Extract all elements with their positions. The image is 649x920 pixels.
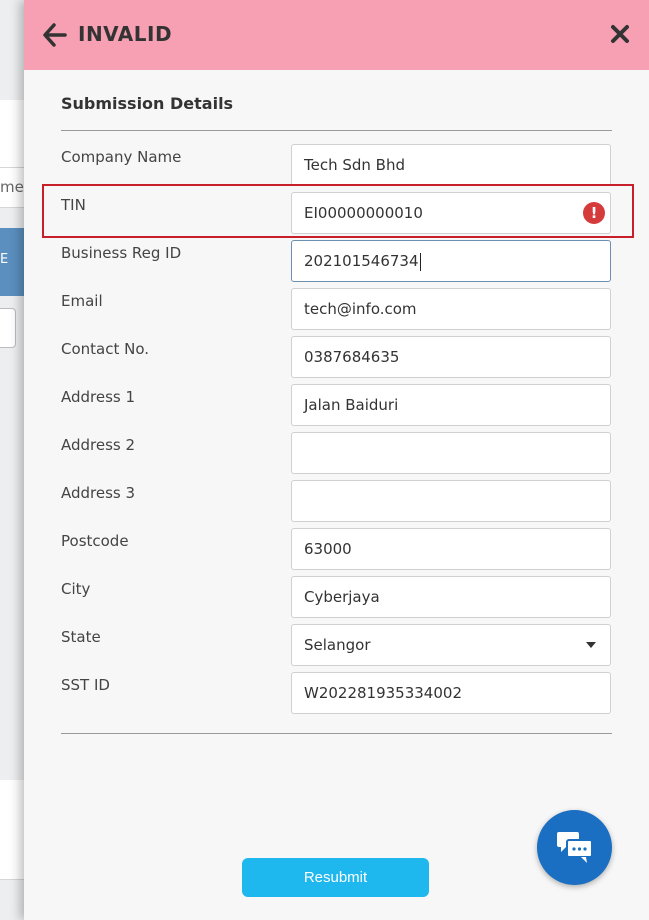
chat-icon (557, 832, 593, 863)
address3-input[interactable] (291, 480, 611, 522)
business-reg-id-label: Business Reg ID (61, 244, 182, 262)
submission-panel: INVALID Submission Details Company Name … (24, 0, 649, 920)
address1-input[interactable]: Jalan Baiduri (291, 384, 611, 426)
sst-id-value: W202281935334002 (304, 684, 462, 702)
chat-button[interactable] (537, 810, 612, 885)
email-value: tech@info.com (304, 300, 417, 318)
sst-id-input[interactable]: W202281935334002 (291, 672, 611, 714)
address3-label: Address 3 (61, 484, 136, 502)
business-reg-id-value: 202101546734 (304, 252, 419, 270)
state-label: State (61, 628, 101, 646)
address1-label: Address 1 (61, 388, 136, 406)
background-button-text: E (0, 252, 9, 267)
state-value: Selangor (304, 636, 371, 654)
address2-label: Address 2 (61, 436, 136, 454)
form-bottom-divider (61, 733, 612, 734)
panel-title: INVALID (78, 22, 173, 46)
postcode-input[interactable]: 63000 (291, 528, 611, 570)
contact-no-label: Contact No. (61, 340, 150, 358)
contact-no-value: 0387684635 (304, 348, 400, 366)
city-input[interactable]: Cyberjaya (291, 576, 611, 618)
caret-down-icon (586, 642, 596, 648)
text-caret (419, 252, 421, 271)
sst-id-label: SST ID (61, 676, 110, 694)
resubmit-button[interactable]: Resubmit (242, 858, 429, 897)
company-name-input[interactable]: Tech Sdn Bhd (291, 144, 611, 186)
panel-header: INVALID (24, 0, 649, 70)
close-icon[interactable] (610, 24, 630, 44)
company-name-label: Company Name (61, 148, 182, 166)
email-label: Email (61, 292, 103, 310)
postcode-label: Postcode (61, 532, 129, 550)
contact-no-input[interactable]: 0387684635 (291, 336, 611, 378)
state-select[interactable]: Selangor (291, 624, 611, 666)
section-divider (61, 130, 612, 131)
address1-value: Jalan Baiduri (304, 396, 399, 414)
business-reg-id-input[interactable]: 202101546734 (291, 240, 611, 282)
company-name-value: Tech Sdn Bhd (304, 156, 406, 174)
city-value: Cyberjaya (304, 588, 380, 606)
postcode-value: 63000 (304, 540, 352, 558)
email-input[interactable]: tech@info.com (291, 288, 611, 330)
arrow-left-icon[interactable] (42, 22, 68, 48)
tin-highlight-box (42, 184, 634, 238)
background-box (0, 308, 16, 348)
address2-input[interactable] (291, 432, 611, 474)
city-label: City (61, 580, 91, 598)
section-title: Submission Details (61, 94, 234, 113)
